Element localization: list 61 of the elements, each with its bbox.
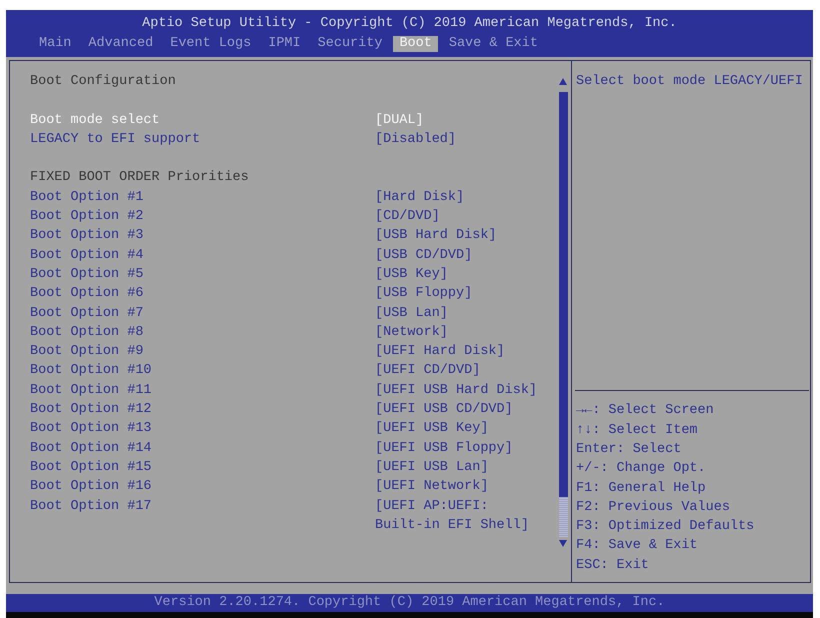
key-hint: +/-: Change Opt. [576,460,706,478]
key-hint: F1: General Help [576,480,706,498]
setting-value[interactable]: [UEFI USB Floppy] [375,438,513,458]
key-hint: →←: Select Screen [576,402,714,420]
key-hint: F3: Optimized Defaults [576,518,754,536]
help-description: Select boot mode LEGACY/UEFI [576,73,803,91]
setting-value[interactable]: [Network] [375,322,448,342]
key-hint: ESC: Exit [576,556,649,575]
menu-tab[interactable]: Event Logs [164,36,258,52]
setting-label[interactable]: Boot Option #8 [30,322,144,342]
menu-tab[interactable]: Advanced [82,36,160,52]
setting-value[interactable]: [UEFI CD/DVD] [375,361,480,381]
setting-value[interactable]: [UEFI Hard Disk] [375,342,505,362]
setting-label[interactable]: Boot Option #5 [30,264,144,284]
setting-label[interactable]: Boot Option #11 [30,380,152,400]
menu-tab[interactable]: Boot [393,36,438,52]
setting-value[interactable]: [USB Key] [375,264,448,284]
setting-label[interactable]: Boot Option #4 [30,246,144,265]
setting-value[interactable]: [USB Hard Disk] [375,226,497,246]
setting-label[interactable]: Boot Option #3 [30,226,144,246]
setting-label[interactable]: Boot Option #10 [30,361,152,381]
setting-label[interactable]: Boot Option #17 [30,496,152,516]
down-arrow-icon [559,540,567,547]
setting-label[interactable]: Boot Option #15 [30,458,152,478]
setting-label[interactable]: Boot Option #13 [30,419,152,439]
menu-tab[interactable]: Save & Exit [442,36,544,52]
setting-label[interactable]: Boot mode select [30,110,160,130]
setting-value[interactable]: [CD/DVD] [375,207,440,226]
menu-tab[interactable]: Security [312,36,388,52]
setting-label[interactable]: Boot Option #14 [30,438,152,458]
setting-label[interactable]: Boot Option #1 [30,188,144,208]
setting-value[interactable]: [DUAL] [375,110,424,130]
setting-label[interactable]: LEGACY to EFI support [30,130,200,150]
setting-value[interactable]: [UEFI USB Key] [375,419,488,439]
setting-value[interactable]: [Disabled] [375,130,456,150]
key-hint: F4: Save & Exit [576,537,698,556]
menu-tab[interactable]: IPMI [262,36,307,52]
window-title: Aptio Setup Utility - Copyright (C) 2019 American Megatrends, Inc. [142,16,677,32]
menu-tab[interactable]: Main [33,36,78,52]
setting-label[interactable]: Boot Option #16 [30,477,152,497]
setting-label[interactable]: Boot Option #2 [30,207,144,226]
section-heading: FIXED BOOT ORDER Priorities [30,169,249,188]
setting-label[interactable]: Boot Option #6 [30,284,144,304]
setting-value[interactable]: [USB CD/DVD] [375,246,472,265]
key-hint: ↑↓: Select Item [576,422,698,440]
setting-value[interactable]: [USB Floppy] [375,284,472,304]
setting-value[interactable]: [Hard Disk] [375,188,464,208]
section-heading: Boot Configuration [30,73,176,91]
key-hint: Enter: Select [576,440,682,459]
setting-value[interactable]: [UEFI USB Lan] [375,458,488,478]
setting-value[interactable]: [UEFI Network] [375,477,488,497]
setting-label[interactable]: Boot Option #9 [30,342,144,362]
setting-value[interactable]: [USB Lan] [375,304,448,323]
setting-label[interactable]: Boot Option #12 [30,400,152,420]
setting-value[interactable]: [UEFI AP:UEFI: Built-in EFI Shell] [375,496,542,536]
key-hint: F2: Previous Values [576,498,730,517]
up-arrow-icon [559,78,567,85]
setting-value[interactable]: [UEFI USB Hard Disk] [375,380,538,400]
setting-value[interactable]: [UEFI USB CD/DVD] [375,400,513,420]
version-text: Version 2.20.1274. Copyright (C) 2019 American Megatrends, Inc. [154,594,665,612]
setting-label[interactable]: Boot Option #7 [30,304,144,323]
